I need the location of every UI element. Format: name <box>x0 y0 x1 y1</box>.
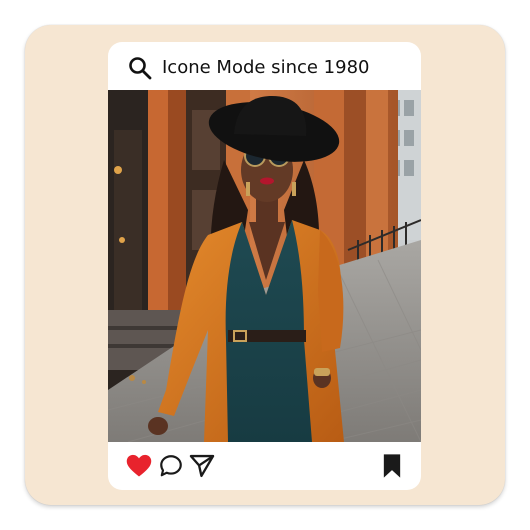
post-card: Icone Mode since 1980 <box>108 42 421 490</box>
post-actions-bar <box>108 442 421 490</box>
search-query-text: Icone Mode since 1980 <box>162 57 370 78</box>
bookmark-icon[interactable] <box>380 452 404 484</box>
post-photo[interactable] <box>108 90 421 442</box>
send-icon[interactable] <box>188 452 216 484</box>
heart-icon[interactable] <box>125 452 153 484</box>
search-icon <box>128 56 152 80</box>
search-bar[interactable]: Icone Mode since 1980 <box>108 42 421 90</box>
comment-icon[interactable] <box>158 452 184 484</box>
